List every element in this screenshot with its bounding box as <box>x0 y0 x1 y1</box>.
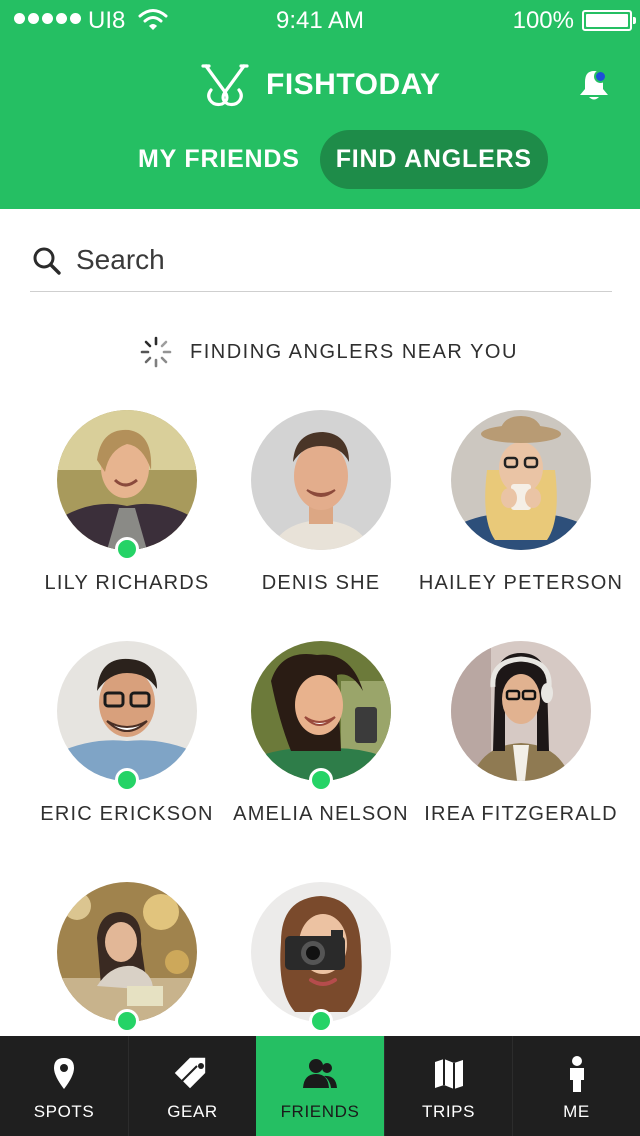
friends-icon <box>303 1059 337 1088</box>
avatar[interactable] <box>451 641 591 781</box>
avatar[interactable] <box>251 882 391 1022</box>
angler-card[interactable]: HAILEY PETERSON <box>411 410 631 610</box>
app-name: FISHTODAY <box>266 68 441 101</box>
angler-name: AMELIA NELSON <box>233 803 409 825</box>
app-header: UI8 9:41 AM 100% FISHTODAY MY FRIENDS FI… <box>0 0 640 209</box>
angler-card[interactable]: DENIS SHE <box>211 410 431 610</box>
battery-icon <box>582 10 636 31</box>
nav-label: FRIENDS <box>280 1102 360 1121</box>
map-pin-icon <box>54 1058 74 1089</box>
angler-card[interactable]: AMELIA NELSON <box>211 641 431 841</box>
finding-status: FINDING ANGLERS NEAR YOU <box>140 336 518 368</box>
angler-card[interactable]: LILY RICHARDS <box>17 410 237 610</box>
battery-percentage: 100% <box>512 7 574 34</box>
nav-me[interactable]: ME <box>512 1036 640 1136</box>
app-logo: FISHTODAY <box>198 62 441 108</box>
search-icon <box>33 247 61 275</box>
nav-label: SPOTS <box>33 1102 95 1121</box>
online-indicator <box>115 1009 139 1033</box>
tab-find-anglers[interactable]: FIND ANGLERS <box>319 130 548 189</box>
angler-name: HAILEY PETERSON <box>418 572 624 594</box>
friends-tabs: MY FRIENDS FIND ANGLERS <box>122 130 548 189</box>
search-bar <box>30 230 612 292</box>
online-indicator <box>115 537 139 561</box>
tab-my-friends[interactable]: MY FRIENDS <box>122 130 316 189</box>
loading-spinner-icon <box>140 336 172 368</box>
angler-name: ERIC ERICKSON <box>40 803 214 825</box>
status-bar: UI8 9:41 AM 100% <box>0 0 640 40</box>
online-indicator <box>309 768 333 792</box>
avatar[interactable] <box>57 641 197 781</box>
online-indicator <box>309 1009 333 1033</box>
nav-trips[interactable]: TRIPS <box>384 1036 512 1136</box>
angler-card[interactable]: ERIC ERICKSON <box>17 641 237 841</box>
angler-name: LILY RICHARDS <box>44 572 210 594</box>
tag-icon <box>174 1057 206 1089</box>
avatar[interactable] <box>57 882 197 1022</box>
bottom-navigation: SPOTS GEAR FRIENDS TRIPS ME <box>0 1036 640 1136</box>
angler-name: IREA FITZGERALD <box>424 803 618 825</box>
nav-label: GEAR <box>167 1102 218 1121</box>
avatar[interactable] <box>451 410 591 550</box>
nav-spots[interactable]: SPOTS <box>0 1036 128 1136</box>
nav-friends[interactable]: FRIENDS <box>256 1036 384 1136</box>
map-icon <box>435 1059 463 1089</box>
avatar[interactable] <box>251 410 391 550</box>
nav-gear[interactable]: GEAR <box>128 1036 256 1136</box>
online-indicator <box>115 768 139 792</box>
nav-label: ME <box>563 1102 590 1121</box>
fish-hooks-logo-icon <box>201 64 249 107</box>
angler-card[interactable]: IREA FITZGERALD <box>411 641 631 841</box>
notification-badge <box>594 70 607 83</box>
search-input[interactable] <box>76 240 596 280</box>
angler-name: DENIS SHE <box>261 572 381 594</box>
avatar[interactable] <box>251 641 391 781</box>
person-icon <box>570 1056 584 1092</box>
nav-label: TRIPS <box>421 1102 476 1121</box>
finding-status-text: FINDING ANGLERS NEAR YOU <box>190 340 518 363</box>
avatar[interactable] <box>57 410 197 550</box>
